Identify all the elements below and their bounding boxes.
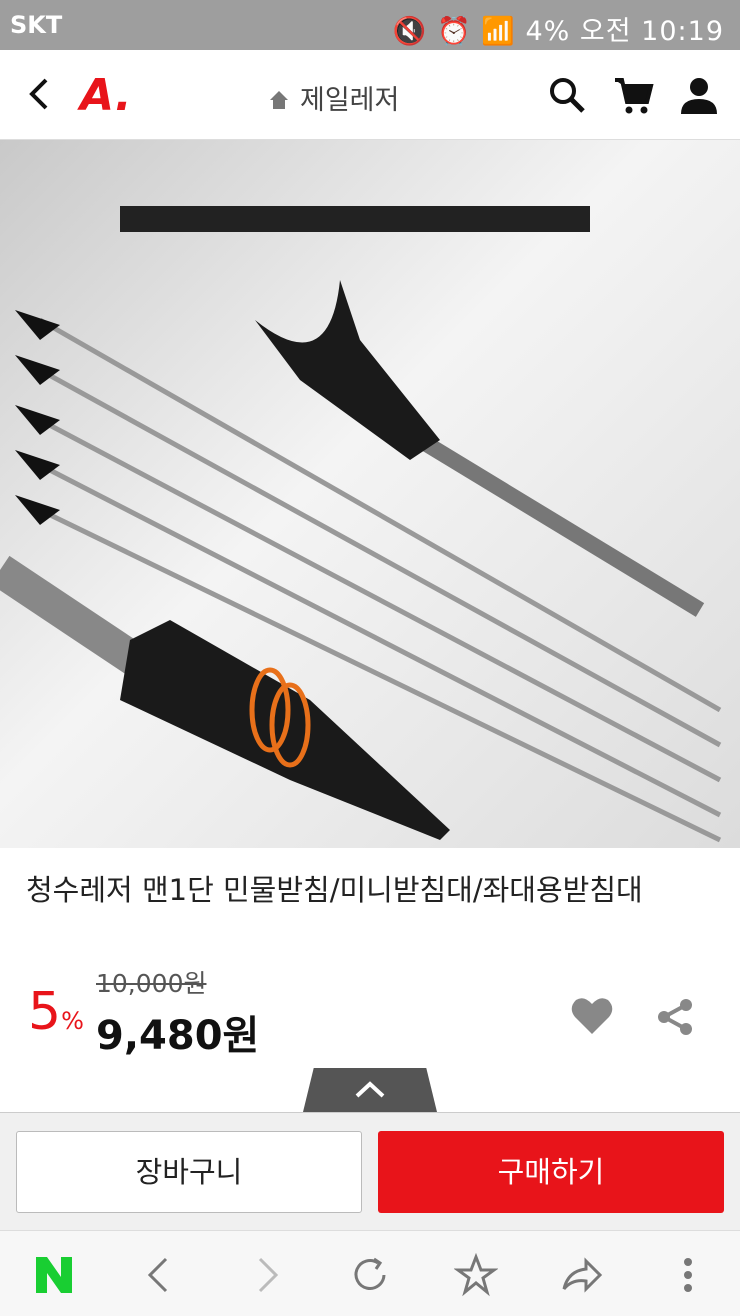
naver-icon[interactable]	[32, 1253, 76, 1297]
user-icon[interactable]	[678, 74, 720, 116]
browser-toolbar	[0, 1230, 740, 1316]
expand-handle[interactable]	[303, 1068, 437, 1112]
discount-unit: %	[61, 1007, 84, 1035]
product-image[interactable]	[0, 140, 740, 848]
status-bar: SKT 🔇 ⏰ 📶 4% 오전 10:19	[0, 0, 740, 50]
discount-rate: 5%	[28, 982, 84, 1042]
share-icon[interactable]	[656, 998, 694, 1036]
browser-back-icon[interactable]	[138, 1253, 182, 1297]
breadcrumb[interactable]: 제일레저	[268, 78, 399, 117]
bookmark-star-icon[interactable]	[454, 1253, 498, 1297]
browser-forward-icon[interactable]	[244, 1253, 288, 1297]
product-photo	[0, 206, 722, 843]
header: A. 제일레저	[0, 50, 740, 140]
carrier: SKT	[10, 11, 63, 39]
purchase-bar: 장바구니 구매하기	[0, 1112, 740, 1230]
cart-icon[interactable]	[612, 74, 654, 116]
logo[interactable]: A.	[80, 70, 132, 121]
forward-share-icon[interactable]	[560, 1253, 604, 1297]
more-menu-icon[interactable]	[666, 1253, 710, 1297]
refresh-icon[interactable]	[348, 1253, 392, 1297]
sale-price: 9,480원	[96, 1013, 260, 1059]
chevron-up-icon	[355, 1081, 385, 1098]
battery-level: 4%	[525, 16, 571, 47]
search-icon[interactable]	[546, 74, 588, 116]
discount-value: 5	[28, 982, 62, 1042]
back-icon[interactable]	[26, 76, 52, 112]
heart-icon[interactable]	[570, 996, 614, 1036]
product-title: 청수레저 맨1단 민물받침/미니받침대/좌대용받침대	[26, 873, 643, 907]
breadcrumb-label: 제일레저	[300, 85, 400, 116]
original-price: 10,000원	[96, 969, 207, 998]
add-to-cart-button[interactable]: 장바구니	[16, 1131, 362, 1213]
buy-button[interactable]: 구매하기	[378, 1131, 724, 1213]
home-icon	[270, 91, 288, 109]
status-right: 🔇 ⏰ 📶 4% 오전 10:19	[392, 16, 724, 47]
clock: 오전 10:19	[579, 16, 724, 47]
